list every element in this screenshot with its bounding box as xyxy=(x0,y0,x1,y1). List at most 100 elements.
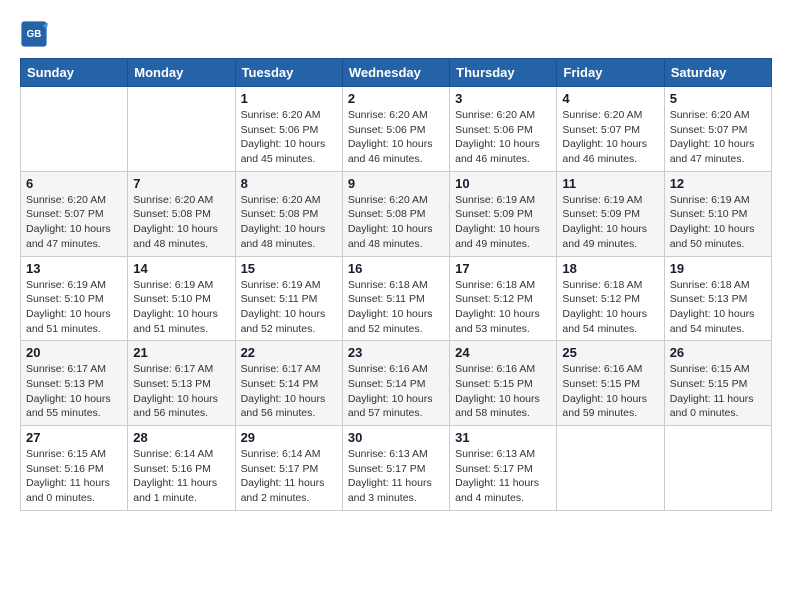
day-info: Sunrise: 6:20 AM Sunset: 5:08 PM Dayligh… xyxy=(348,193,444,252)
weekday-monday: Monday xyxy=(128,59,235,87)
calendar-cell: 19Sunrise: 6:18 AM Sunset: 5:13 PM Dayli… xyxy=(664,256,771,341)
week-row-1: 1 Sunrise: 6:20 AM Sunset: 5:06 PM Daylig… xyxy=(21,87,772,172)
day-number: 14 xyxy=(133,261,229,276)
calendar-cell: 1 Sunrise: 6:20 AM Sunset: 5:06 PM Daylig… xyxy=(235,87,342,172)
day-number: 27 xyxy=(26,430,122,445)
calendar-cell: 5 Sunrise: 6:20 AM Sunset: 5:07 PM Daylig… xyxy=(664,87,771,172)
calendar-cell: 31Sunrise: 6:13 AM Sunset: 5:17 PM Dayli… xyxy=(450,426,557,511)
calendar-cell: 29 Sunrise: 6:14 AM Sunset: 5:17 PM Dayli… xyxy=(235,426,342,511)
day-info: Sunrise: 6:20 AM Sunset: 5:06 PM Dayligh… xyxy=(455,108,551,167)
day-info: Sunrise: 6:20 AM Sunset: 5:06 PM Dayligh… xyxy=(348,108,444,167)
calendar-cell: 23 Sunrise: 6:16 AM Sunset: 5:14 PM Dayli… xyxy=(342,341,449,426)
calendar-cell: 25 Sunrise: 6:16 AM Sunset: 5:15 PM Dayli… xyxy=(557,341,664,426)
day-info: Sunrise: 6:15 AM Sunset: 5:16 PM Dayligh… xyxy=(26,447,122,506)
day-info: Sunrise: 6:20 AM Sunset: 5:07 PM Dayligh… xyxy=(562,108,658,167)
calendar-cell: 24 Sunrise: 6:16 AM Sunset: 5:15 PM Dayli… xyxy=(450,341,557,426)
day-info: Sunrise: 6:20 AM Sunset: 5:07 PM Dayligh… xyxy=(26,193,122,252)
day-info: Sunrise: 6:20 AM Sunset: 5:08 PM Dayligh… xyxy=(133,193,229,252)
calendar-cell xyxy=(664,426,771,511)
day-info: Sunrise: 6:20 AM Sunset: 5:07 PM Dayligh… xyxy=(670,108,766,167)
day-number: 25 xyxy=(562,345,658,360)
day-info: Sunrise: 6:19 AM Sunset: 5:09 PM Dayligh… xyxy=(562,193,658,252)
calendar-cell: 22 Sunrise: 6:17 AM Sunset: 5:14 PM Dayli… xyxy=(235,341,342,426)
week-row-3: 13 Sunrise: 6:19 AM Sunset: 5:10 PM Dayli… xyxy=(21,256,772,341)
day-info: Sunrise: 6:17 AM Sunset: 5:14 PM Dayligh… xyxy=(241,362,337,421)
calendar-cell: 3 Sunrise: 6:20 AM Sunset: 5:06 PM Daylig… xyxy=(450,87,557,172)
calendar-cell: 30 Sunrise: 6:13 AM Sunset: 5:17 PM Dayli… xyxy=(342,426,449,511)
day-info: Sunrise: 6:14 AM Sunset: 5:17 PM Dayligh… xyxy=(241,447,337,506)
weekday-wednesday: Wednesday xyxy=(342,59,449,87)
day-info: Sunrise: 6:19 AM Sunset: 5:10 PM Dayligh… xyxy=(133,278,229,337)
weekday-thursday: Thursday xyxy=(450,59,557,87)
day-number: 28 xyxy=(133,430,229,445)
calendar-cell: 12Sunrise: 6:19 AM Sunset: 5:10 PM Dayli… xyxy=(664,171,771,256)
day-info: Sunrise: 6:14 AM Sunset: 5:16 PM Dayligh… xyxy=(133,447,229,506)
day-info: Sunrise: 6:20 AM Sunset: 5:06 PM Dayligh… xyxy=(241,108,337,167)
calendar-cell xyxy=(557,426,664,511)
day-info: Sunrise: 6:18 AM Sunset: 5:12 PM Dayligh… xyxy=(455,278,551,337)
day-number: 7 xyxy=(133,176,229,191)
day-number: 3 xyxy=(455,91,551,106)
day-number: 4 xyxy=(562,91,658,106)
calendar-cell: 16 Sunrise: 6:18 AM Sunset: 5:11 PM Dayli… xyxy=(342,256,449,341)
day-number: 13 xyxy=(26,261,122,276)
calendar-cell: 8 Sunrise: 6:20 AM Sunset: 5:08 PM Daylig… xyxy=(235,171,342,256)
calendar-cell: 7 Sunrise: 6:20 AM Sunset: 5:08 PM Daylig… xyxy=(128,171,235,256)
calendar-cell: 28 Sunrise: 6:14 AM Sunset: 5:16 PM Dayli… xyxy=(128,426,235,511)
calendar-cell: 9Sunrise: 6:20 AM Sunset: 5:08 PM Daylig… xyxy=(342,171,449,256)
day-info: Sunrise: 6:16 AM Sunset: 5:15 PM Dayligh… xyxy=(455,362,551,421)
calendar-cell: 6 Sunrise: 6:20 AM Sunset: 5:07 PM Daylig… xyxy=(21,171,128,256)
day-number: 23 xyxy=(348,345,444,360)
day-info: Sunrise: 6:19 AM Sunset: 5:10 PM Dayligh… xyxy=(670,193,766,252)
day-number: 15 xyxy=(241,261,337,276)
day-number: 21 xyxy=(133,345,229,360)
svg-text:GB: GB xyxy=(27,29,42,40)
weekday-tuesday: Tuesday xyxy=(235,59,342,87)
calendar-cell: 27 Sunrise: 6:15 AM Sunset: 5:16 PM Dayli… xyxy=(21,426,128,511)
day-info: Sunrise: 6:19 AM Sunset: 5:10 PM Dayligh… xyxy=(26,278,122,337)
day-info: Sunrise: 6:13 AM Sunset: 5:17 PM Dayligh… xyxy=(455,447,551,506)
day-number: 29 xyxy=(241,430,337,445)
week-row-5: 27 Sunrise: 6:15 AM Sunset: 5:16 PM Dayli… xyxy=(21,426,772,511)
day-info: Sunrise: 6:20 AM Sunset: 5:08 PM Dayligh… xyxy=(241,193,337,252)
day-number: 11 xyxy=(562,176,658,191)
weekday-sunday: Sunday xyxy=(21,59,128,87)
day-info: Sunrise: 6:16 AM Sunset: 5:15 PM Dayligh… xyxy=(562,362,658,421)
weekday-friday: Friday xyxy=(557,59,664,87)
day-info: Sunrise: 6:18 AM Sunset: 5:11 PM Dayligh… xyxy=(348,278,444,337)
day-number: 20 xyxy=(26,345,122,360)
calendar-cell: 13 Sunrise: 6:19 AM Sunset: 5:10 PM Dayli… xyxy=(21,256,128,341)
day-info: Sunrise: 6:18 AM Sunset: 5:13 PM Dayligh… xyxy=(670,278,766,337)
calendar-cell: 2Sunrise: 6:20 AM Sunset: 5:06 PM Daylig… xyxy=(342,87,449,172)
calendar-cell: 20Sunrise: 6:17 AM Sunset: 5:13 PM Dayli… xyxy=(21,341,128,426)
calendar-cell: 26Sunrise: 6:15 AM Sunset: 5:15 PM Dayli… xyxy=(664,341,771,426)
day-info: Sunrise: 6:19 AM Sunset: 5:09 PM Dayligh… xyxy=(455,193,551,252)
day-number: 10 xyxy=(455,176,551,191)
calendar-cell xyxy=(128,87,235,172)
weekday-header-row: SundayMondayTuesdayWednesdayThursdayFrid… xyxy=(21,59,772,87)
logo: GB xyxy=(20,20,52,48)
calendar-cell: 21Sunrise: 6:17 AM Sunset: 5:13 PM Dayli… xyxy=(128,341,235,426)
day-info: Sunrise: 6:16 AM Sunset: 5:14 PM Dayligh… xyxy=(348,362,444,421)
day-info: Sunrise: 6:18 AM Sunset: 5:12 PM Dayligh… xyxy=(562,278,658,337)
day-number: 8 xyxy=(241,176,337,191)
day-number: 24 xyxy=(455,345,551,360)
day-info: Sunrise: 6:19 AM Sunset: 5:11 PM Dayligh… xyxy=(241,278,337,337)
week-row-2: 6 Sunrise: 6:20 AM Sunset: 5:07 PM Daylig… xyxy=(21,171,772,256)
day-number: 5 xyxy=(670,91,766,106)
day-info: Sunrise: 6:15 AM Sunset: 5:15 PM Dayligh… xyxy=(670,362,766,421)
day-number: 1 xyxy=(241,91,337,106)
calendar-cell: 4 Sunrise: 6:20 AM Sunset: 5:07 PM Daylig… xyxy=(557,87,664,172)
page-header: GB xyxy=(20,20,772,48)
day-number: 16 xyxy=(348,261,444,276)
day-number: 30 xyxy=(348,430,444,445)
weekday-saturday: Saturday xyxy=(664,59,771,87)
day-number: 6 xyxy=(26,176,122,191)
day-number: 22 xyxy=(241,345,337,360)
calendar-cell: 17Sunrise: 6:18 AM Sunset: 5:12 PM Dayli… xyxy=(450,256,557,341)
logo-icon: GB xyxy=(20,20,48,48)
calendar-cell xyxy=(21,87,128,172)
day-info: Sunrise: 6:13 AM Sunset: 5:17 PM Dayligh… xyxy=(348,447,444,506)
week-row-4: 20Sunrise: 6:17 AM Sunset: 5:13 PM Dayli… xyxy=(21,341,772,426)
calendar-cell: 18Sunrise: 6:18 AM Sunset: 5:12 PM Dayli… xyxy=(557,256,664,341)
